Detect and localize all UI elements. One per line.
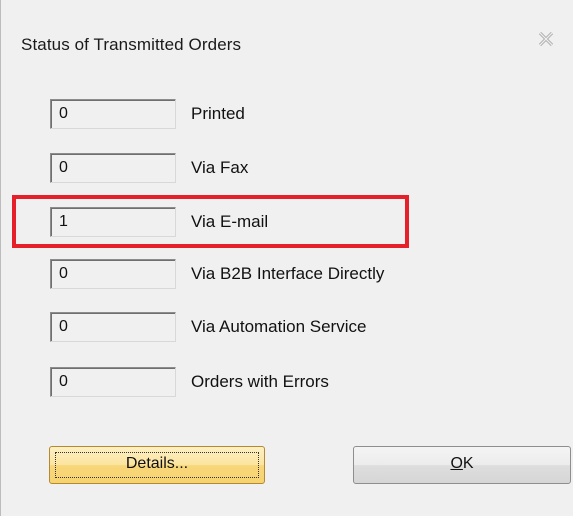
ok-accelerator: O <box>450 455 463 472</box>
highlight-box <box>12 195 409 248</box>
label-via-automation: Via Automation Service <box>191 317 367 336</box>
label-orders-with-errors: Orders with Errors <box>191 372 329 391</box>
count-field-printed: 0 <box>50 99 176 129</box>
row-printed: 0 Printed <box>50 99 550 129</box>
count-field-orders-with-errors: 0 <box>50 367 176 397</box>
count-field-via-fax: 0 <box>50 153 176 183</box>
row-via-automation: 0 Via Automation Service <box>50 312 550 342</box>
count-field-via-b2b: 0 <box>50 259 176 289</box>
row-via-b2b: 0 Via B2B Interface Directly <box>50 259 550 289</box>
row-via-fax: 0 Via Fax <box>50 153 550 183</box>
ok-button-label: OK <box>450 455 474 472</box>
label-via-b2b: Via B2B Interface Directly <box>191 264 385 283</box>
ok-button[interactable]: OK <box>353 446 571 484</box>
label-via-fax: Via Fax <box>191 158 249 177</box>
details-button[interactable]: Details... <box>49 446 265 484</box>
details-button-label: Details... <box>125 455 189 472</box>
close-icon[interactable] <box>537 30 555 48</box>
count-field-via-automation: 0 <box>50 312 176 342</box>
dialog-title: Status of Transmitted Orders <box>21 35 242 54</box>
row-orders-with-errors: 0 Orders with Errors <box>50 367 550 397</box>
status-dialog: Status of Transmitted Orders 0 Printed 0… <box>0 0 573 516</box>
label-printed: Printed <box>191 104 245 123</box>
